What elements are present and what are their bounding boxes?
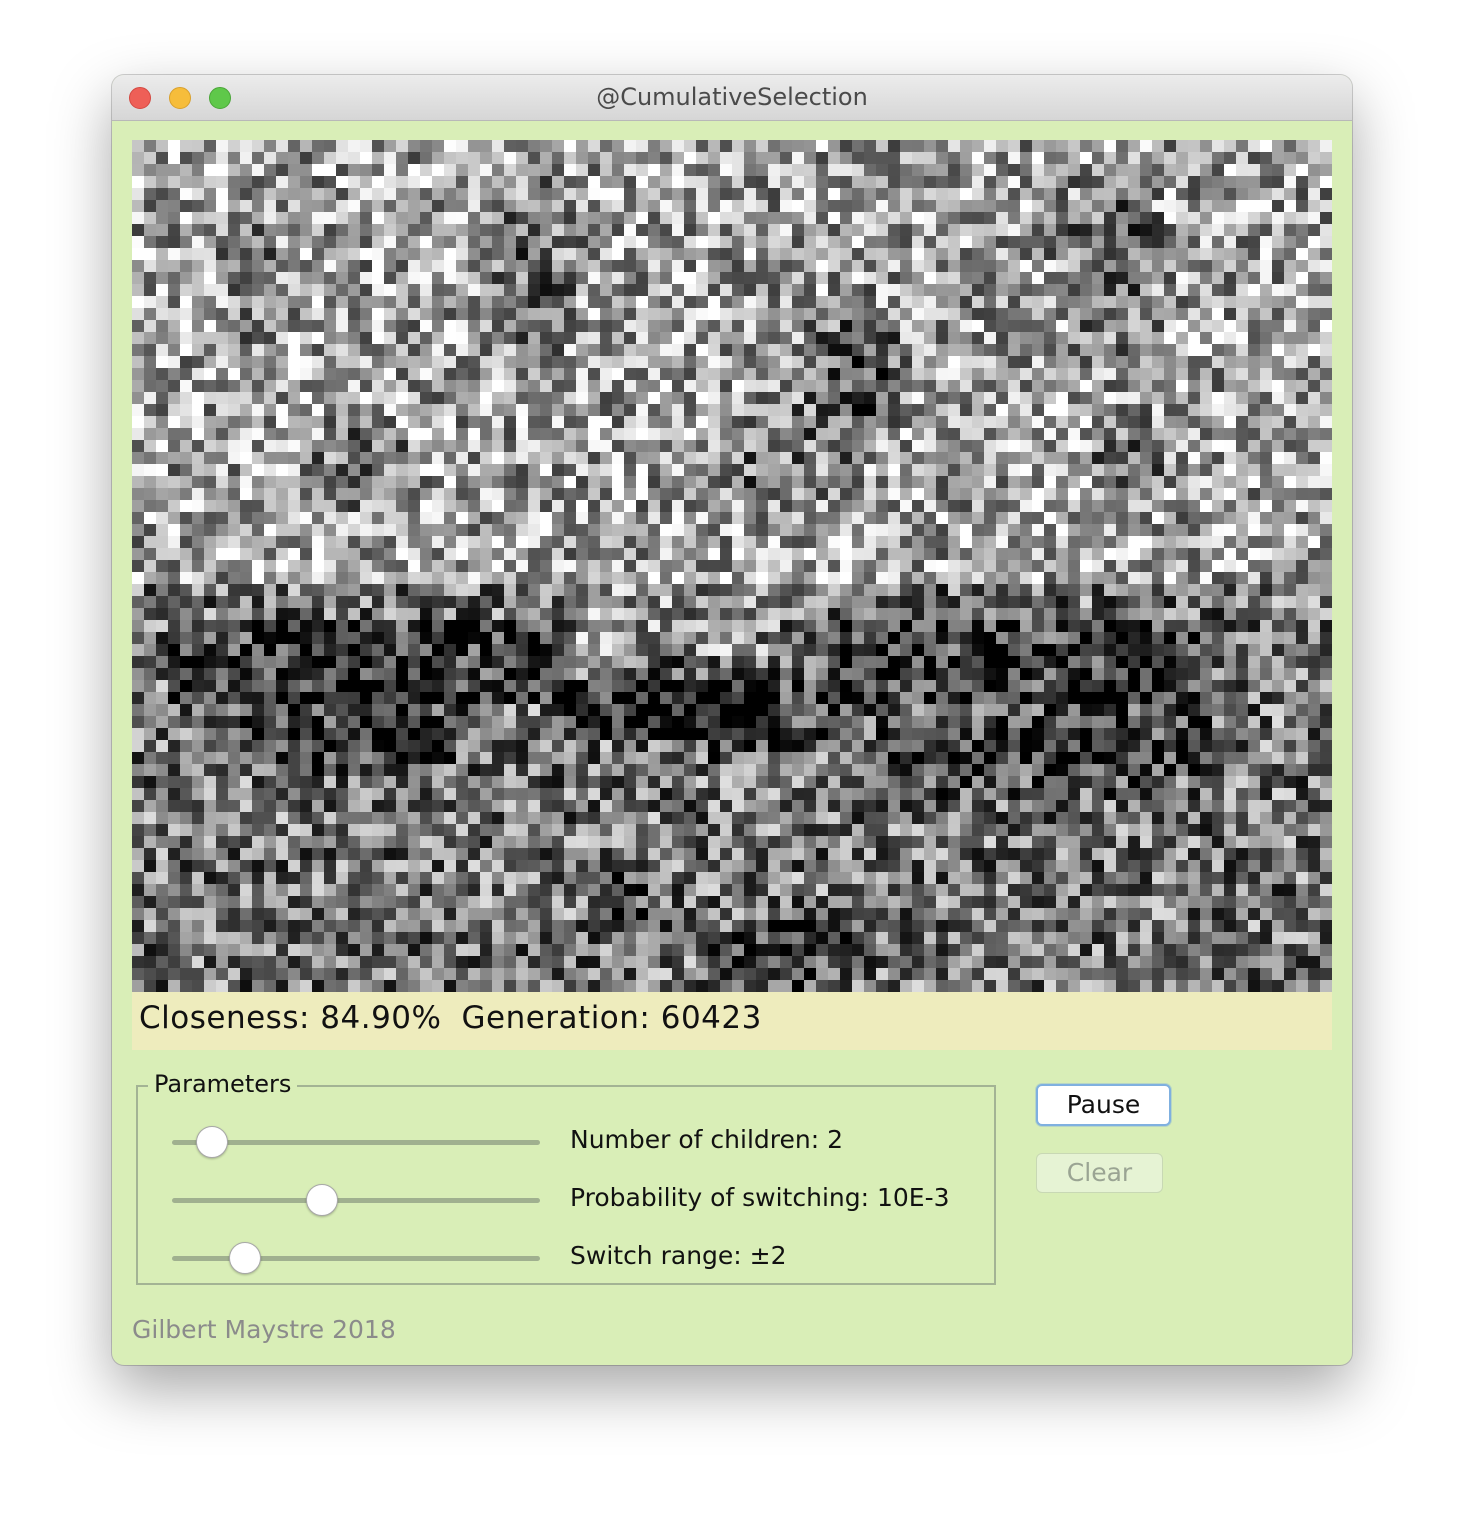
clear-button[interactable]: Clear <box>1036 1153 1163 1193</box>
pause-button[interactable]: Pause <box>1036 1084 1171 1126</box>
generation-readout: Generation: 60423 <box>461 1000 762 1036</box>
evolving-image <box>132 140 1332 992</box>
switching-probability-slider-thumb[interactable] <box>306 1184 339 1216</box>
parameters-legend: Parameters <box>148 1070 298 1098</box>
switching-probability-slider-track[interactable] <box>172 1198 540 1203</box>
children-slider-thumb[interactable] <box>195 1126 228 1158</box>
switching-probability-slider-row: Probability of switching: 10E-3 <box>172 1181 972 1221</box>
app-window: @CumulativeSelection Closeness: 84.90% Ge… <box>112 75 1352 1365</box>
status-text: Closeness: 84.90% Generation: 60423 <box>139 1000 782 1036</box>
title-bar[interactable]: @CumulativeSelection <box>112 75 1352 121</box>
parameters-group: Parameters Number of children: 2 Probabi… <box>136 1070 996 1285</box>
noise-image-canvas <box>132 140 1332 992</box>
switching-probability-slider-label: Probability of switching: 10E-3 <box>570 1183 950 1212</box>
switch-range-slider-row: Switch range: ±2 <box>172 1239 972 1279</box>
author-credit: Gilbert Maystre 2018 <box>132 1315 396 1344</box>
window-title: @CumulativeSelection <box>596 83 868 111</box>
closeness-readout: Closeness: 84.90% <box>139 1000 442 1036</box>
switch-range-slider-label: Switch range: ±2 <box>570 1241 787 1270</box>
switch-range-slider-thumb[interactable] <box>229 1242 262 1274</box>
switch-range-slider-track[interactable] <box>172 1256 540 1261</box>
children-slider-row: Number of children: 2 <box>172 1123 972 1163</box>
children-slider-label: Number of children: 2 <box>570 1125 843 1154</box>
status-bar: Closeness: 84.90% Generation: 60423 <box>132 992 1332 1050</box>
